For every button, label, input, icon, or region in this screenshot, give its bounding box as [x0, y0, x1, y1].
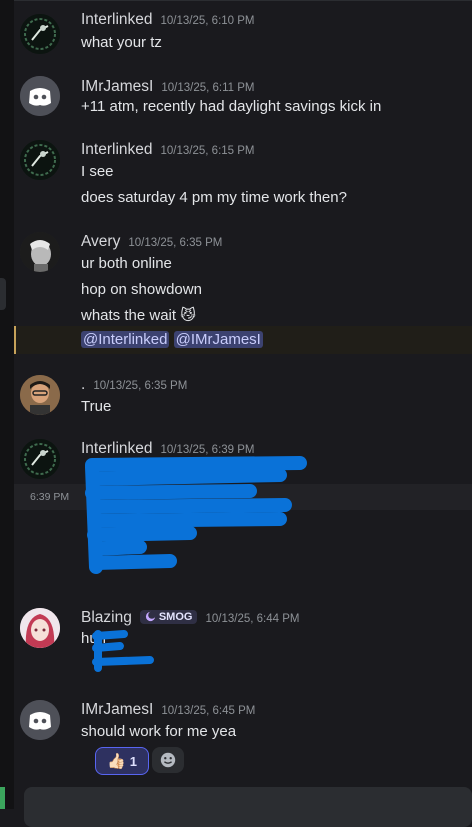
timestamp[interactable]: 10/13/25, 6:10 PM [161, 15, 255, 27]
message-text: what your tz [81, 34, 162, 51]
avatar-interlinked[interactable] [20, 439, 60, 479]
timestamp[interactable]: 10/13/25, 6:35 PM [128, 237, 222, 249]
collapsed-panel-tab[interactable] [0, 278, 6, 310]
thumbs-up-icon: 👍🏻 [107, 753, 126, 770]
author-name[interactable]: IMrJamesI [81, 701, 153, 719]
status-tab [0, 787, 5, 809]
redaction-scribble [92, 630, 154, 672]
message-text: ur both online [81, 255, 172, 272]
message-text: whats the wait 😼 [81, 307, 196, 324]
author-name[interactable]: Interlinked [81, 141, 153, 159]
author-name[interactable]: IMrJamesI [81, 78, 153, 96]
message-header: Interlinked 10/13/25, 6:15 PM [81, 141, 255, 159]
hover-timestamp: 6:39 PM [30, 491, 70, 503]
message-header: IMrJamesI 10/13/25, 6:45 PM [81, 701, 255, 719]
mentions-line: @Interlinked @IMrJamesI [81, 331, 263, 348]
top-divider [14, 0, 472, 1]
avatar-interlinked[interactable] [20, 14, 60, 54]
author-name[interactable]: Avery [81, 233, 120, 251]
reaction-count: 1 [129, 753, 137, 769]
server-rail-edge [0, 0, 14, 809]
message-header: Avery 10/13/25, 6:35 PM [81, 233, 222, 251]
message-header: Blazing SMOG 10/13/25, 6:44 PM [81, 609, 299, 627]
user-mention[interactable]: @IMrJamesI [173, 331, 263, 348]
timestamp[interactable]: 10/13/25, 6:11 PM [161, 82, 254, 94]
timestamp[interactable]: 10/13/25, 6:44 PM [205, 613, 299, 625]
avatar-interlinked[interactable] [20, 140, 60, 180]
add-reaction-button[interactable] [152, 747, 184, 773]
avatar-dot-user[interactable] [20, 375, 60, 415]
timestamp[interactable]: 10/13/25, 6:35 PM [93, 380, 187, 392]
avatar-avery[interactable] [20, 232, 60, 272]
message-composer[interactable] [24, 787, 472, 827]
message-header: Interlinked 10/13/25, 6:10 PM [81, 11, 255, 29]
timestamp[interactable]: 10/13/25, 6:15 PM [161, 145, 255, 157]
smiley-icon [160, 752, 176, 768]
message-text: hop on showdown [81, 281, 202, 298]
message-text: should work for me yea [81, 723, 237, 740]
clan-badge[interactable]: SMOG [139, 609, 198, 624]
timestamp[interactable]: 10/13/25, 6:45 PM [161, 705, 255, 717]
message-header: IMrJamesI 10/13/25, 6:11 PM [81, 78, 254, 96]
message-text: +11 atm, recently had daylight savings k… [81, 98, 382, 115]
user-mention[interactable]: @Interlinked [81, 331, 170, 348]
message-text: does saturday 4 pm my time work then? [81, 189, 347, 206]
author-name[interactable]: Blazing [81, 609, 132, 627]
message-text: True [81, 398, 112, 415]
message-text: I see [81, 163, 114, 180]
redaction-scribble [85, 456, 307, 574]
crescent-icon [145, 611, 156, 622]
avatar-blazing[interactable] [20, 608, 60, 648]
reaction-thumbs-up[interactable]: 👍🏻 1 [95, 747, 149, 775]
badge-label: SMOG [158, 610, 193, 623]
avatar-imrjamesi[interactable] [20, 76, 60, 116]
message-header: . 10/13/25, 6:35 PM [81, 376, 187, 394]
author-name[interactable]: . [81, 376, 85, 394]
avatar-imrjamesi[interactable] [20, 700, 60, 740]
author-name[interactable]: Interlinked [81, 11, 153, 29]
